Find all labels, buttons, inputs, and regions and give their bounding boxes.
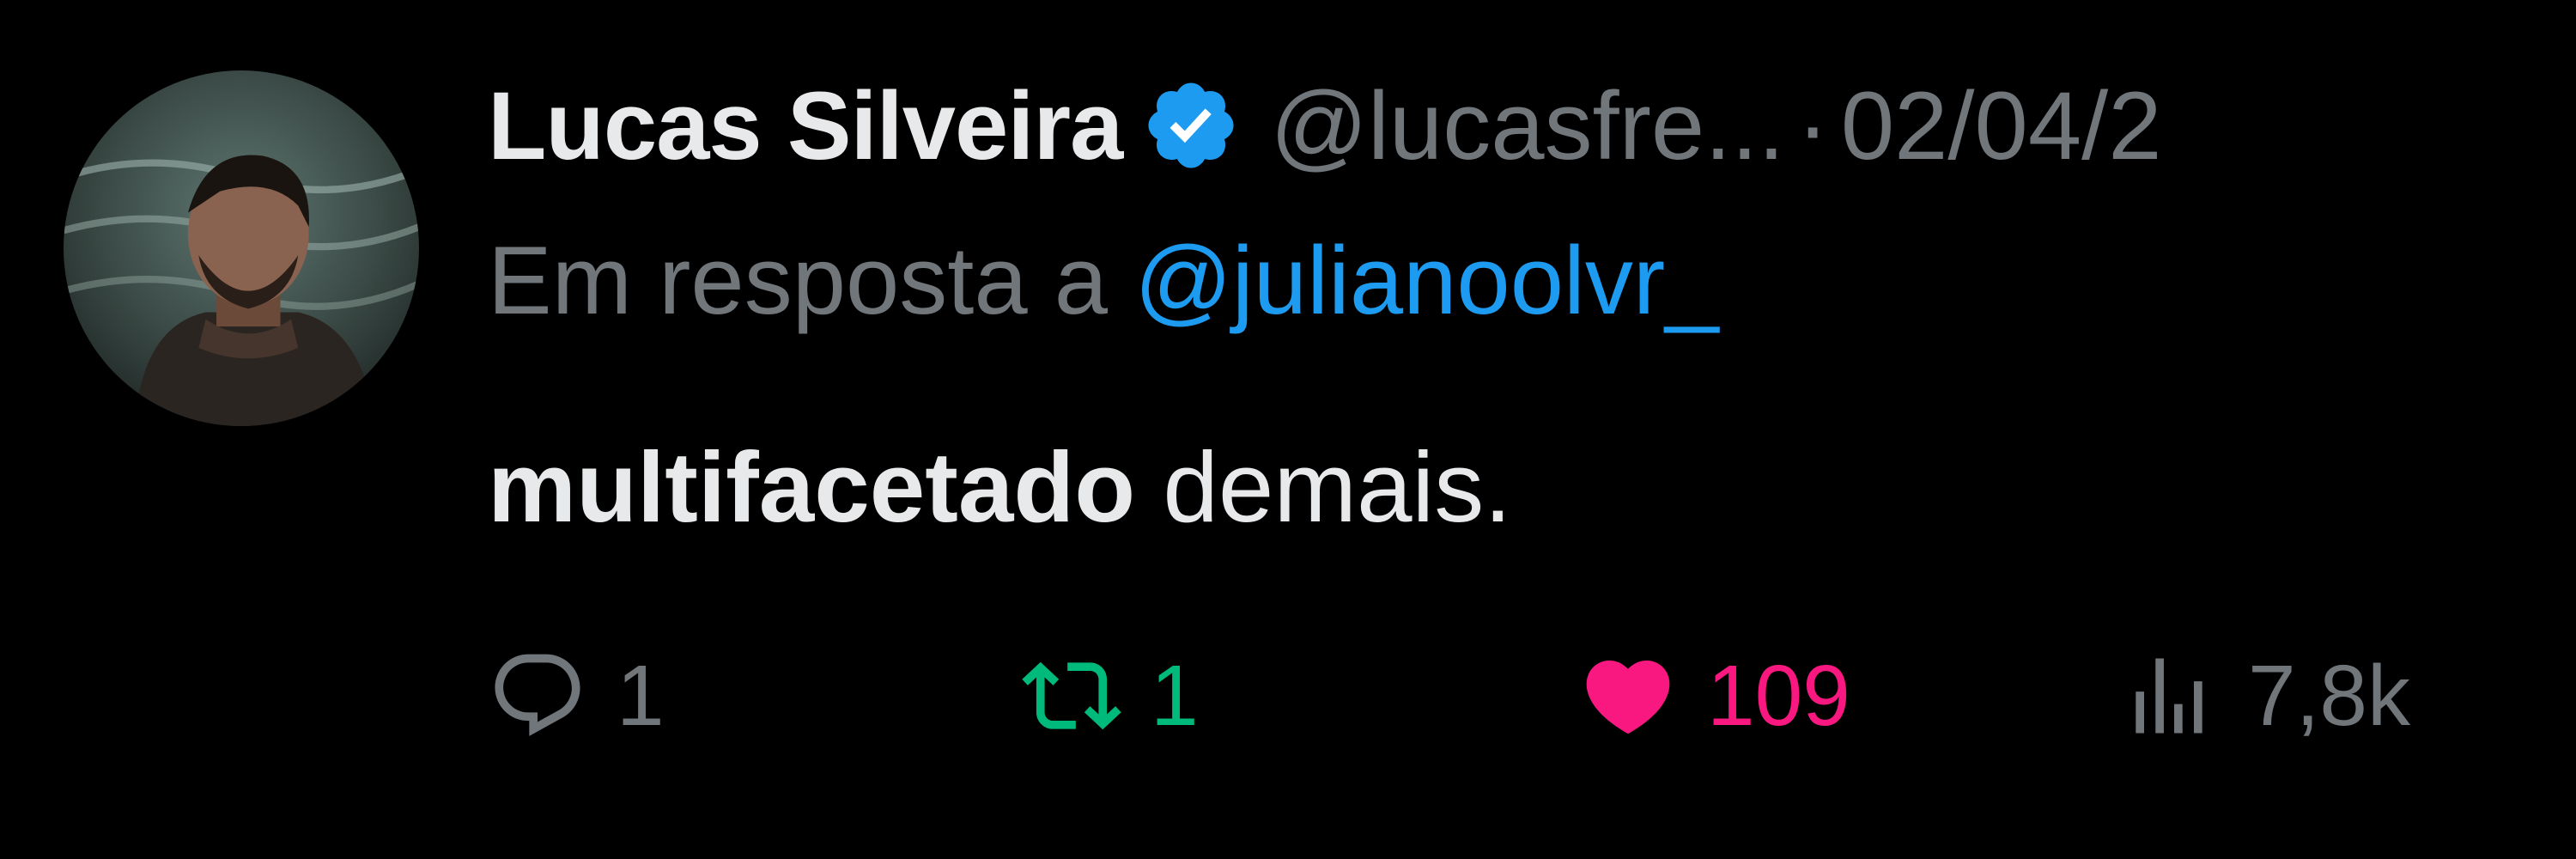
tweet-text-rest: demais. — [1135, 431, 1512, 543]
reply-icon — [488, 646, 587, 746]
like-count: 109 — [1707, 647, 1850, 744]
retweet-icon — [1022, 646, 1121, 746]
avatar-image — [64, 70, 419, 426]
reply-target-link[interactable]: @julianoolvr_ — [1134, 227, 1718, 334]
views-count: 7,8k — [2248, 647, 2411, 744]
header-separator: · — [1796, 71, 1829, 180]
views-button[interactable]: 7,8k — [2119, 636, 2410, 756]
views-icon — [2119, 646, 2219, 746]
retweet-count: 1 — [1151, 647, 1199, 744]
author-display-name[interactable]: Lucas Silveira — [488, 70, 1123, 181]
reply-context: Em resposta a @julianoolvr_ — [488, 225, 1718, 336]
reply-count: 1 — [617, 647, 665, 744]
author-handle[interactable]: @lucasfre... — [1270, 70, 1784, 181]
tweet-header: Lucas Silveira @lucasfre... · 02/04/2 — [488, 65, 2162, 186]
heart-icon — [1578, 646, 1678, 746]
tweet-text-bold: multifacetado — [488, 431, 1136, 543]
tweet-actions: 1 1 109 7,8k — [488, 636, 2549, 756]
tweet: Lucas Silveira @lucasfre... · 02/04/2 Em… — [0, 0, 2576, 859]
reply-button[interactable]: 1 — [488, 636, 665, 756]
tweet-text: multifacetado demais. — [488, 430, 1512, 545]
reply-prefix: Em resposta a — [488, 227, 1135, 334]
retweet-button[interactable]: 1 — [1022, 636, 1199, 756]
verified-badge-icon — [1141, 76, 1241, 175]
like-button[interactable]: 109 — [1578, 636, 1850, 756]
tweet-date[interactable]: 02/04/2 — [1841, 70, 2162, 181]
avatar[interactable] — [64, 70, 419, 426]
